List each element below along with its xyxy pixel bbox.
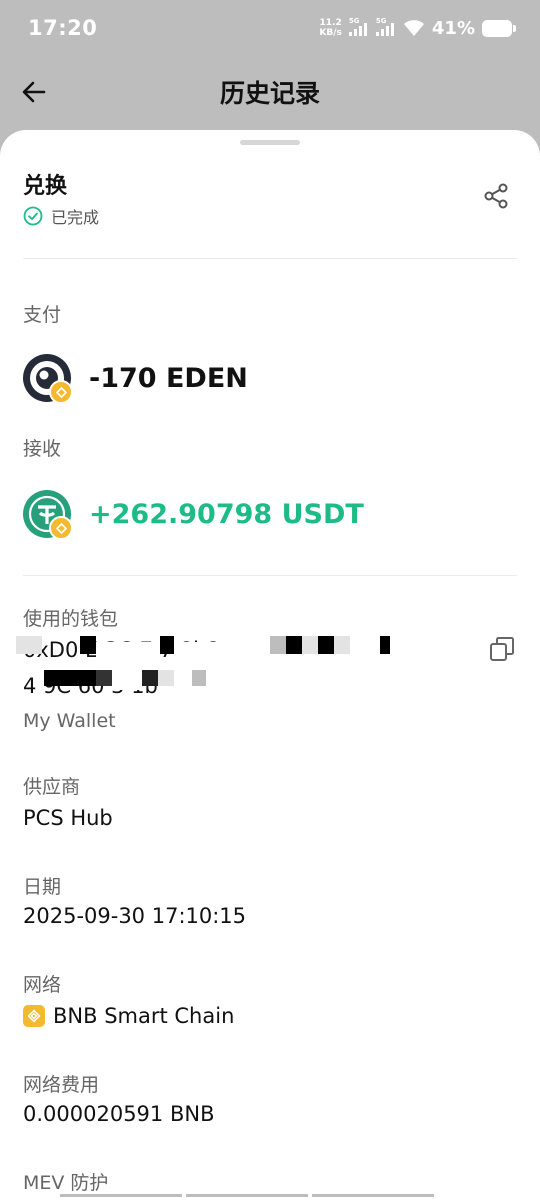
drag-handle[interactable] xyxy=(240,140,300,145)
redaction-block xyxy=(302,636,318,654)
bnb-badge-icon xyxy=(49,516,73,540)
page-title: 历史记录 xyxy=(219,79,320,108)
transaction-detail-sheet: 兑换 已完成 支付 -170 EDEN 接收 +262.90798 USDT 使… xyxy=(0,130,540,1200)
redaction-block xyxy=(192,670,206,686)
pay-amount: -170 EDEN xyxy=(89,362,248,394)
redaction-block xyxy=(160,636,174,654)
page-header: 历史记录 xyxy=(0,56,540,128)
redaction-block xyxy=(80,636,96,654)
redaction-block xyxy=(158,670,174,686)
bottom-indicator xyxy=(60,1194,434,1197)
network-label: 网络 xyxy=(23,974,62,996)
share-icon[interactable] xyxy=(482,182,510,210)
receive-amount: +262.90798 USDT xyxy=(89,498,364,530)
provider-value: PCS Hub xyxy=(23,806,113,830)
status-bar: 17:20 11.2 KB/s 5G 5G 41% xyxy=(0,0,540,56)
usdt-token-icon xyxy=(23,490,73,540)
fee-value: 0.000020591 BNB xyxy=(23,1102,215,1126)
divider xyxy=(23,258,517,259)
wifi-icon xyxy=(403,20,424,36)
back-arrow-icon[interactable] xyxy=(20,78,48,106)
redaction-block xyxy=(142,670,158,686)
receive-row: +262.90798 USDT xyxy=(23,490,364,540)
net-speed: 11.2 KB/s xyxy=(319,18,342,38)
redaction-block xyxy=(350,642,380,658)
redaction-block xyxy=(96,670,112,686)
status-icons: 11.2 KB/s 5G 5G 41% xyxy=(319,17,516,39)
status-badge: 已完成 xyxy=(23,204,99,228)
wallet-name: My Wallet xyxy=(23,710,116,732)
status-time: 17:20 xyxy=(28,16,98,40)
status-text: 已完成 xyxy=(51,208,100,227)
signal-icon: 5G xyxy=(348,17,369,36)
redaction-block xyxy=(96,642,160,660)
network-value-row: BNB Smart Chain xyxy=(23,1004,234,1028)
redaction-block xyxy=(174,676,192,690)
receive-label: 接收 xyxy=(23,438,62,460)
redaction-block xyxy=(286,636,302,654)
battery-icon xyxy=(482,19,516,37)
divider xyxy=(23,575,517,576)
bnb-badge-icon xyxy=(49,380,73,404)
redaction-block xyxy=(112,676,142,690)
bnb-chain-icon xyxy=(23,1005,45,1027)
fee-label: 网络费用 xyxy=(23,1074,100,1096)
date-value: 2025-09-30 17:10:15 xyxy=(23,904,247,928)
pay-label: 支付 xyxy=(23,304,62,326)
redaction-block xyxy=(380,636,390,654)
redaction-block xyxy=(16,636,42,654)
mev-label: MEV 防护 xyxy=(23,1172,109,1194)
network-value: BNB Smart Chain xyxy=(53,1004,235,1028)
redaction-block xyxy=(270,636,286,654)
redaction-block xyxy=(318,636,334,654)
wallet-label: 使用的钱包 xyxy=(23,608,119,630)
transaction-type: 兑换 xyxy=(23,174,68,199)
pay-row: -170 EDEN xyxy=(23,354,248,404)
check-circle-icon xyxy=(23,206,43,226)
signal-icon: 5G xyxy=(375,17,396,36)
copy-icon[interactable] xyxy=(488,635,516,663)
redaction-block xyxy=(334,636,350,654)
eden-token-icon xyxy=(23,354,73,404)
provider-label: 供应商 xyxy=(23,776,81,798)
battery-percent: 41% xyxy=(431,17,475,39)
redaction-block xyxy=(174,642,270,658)
date-label: 日期 xyxy=(23,876,62,898)
